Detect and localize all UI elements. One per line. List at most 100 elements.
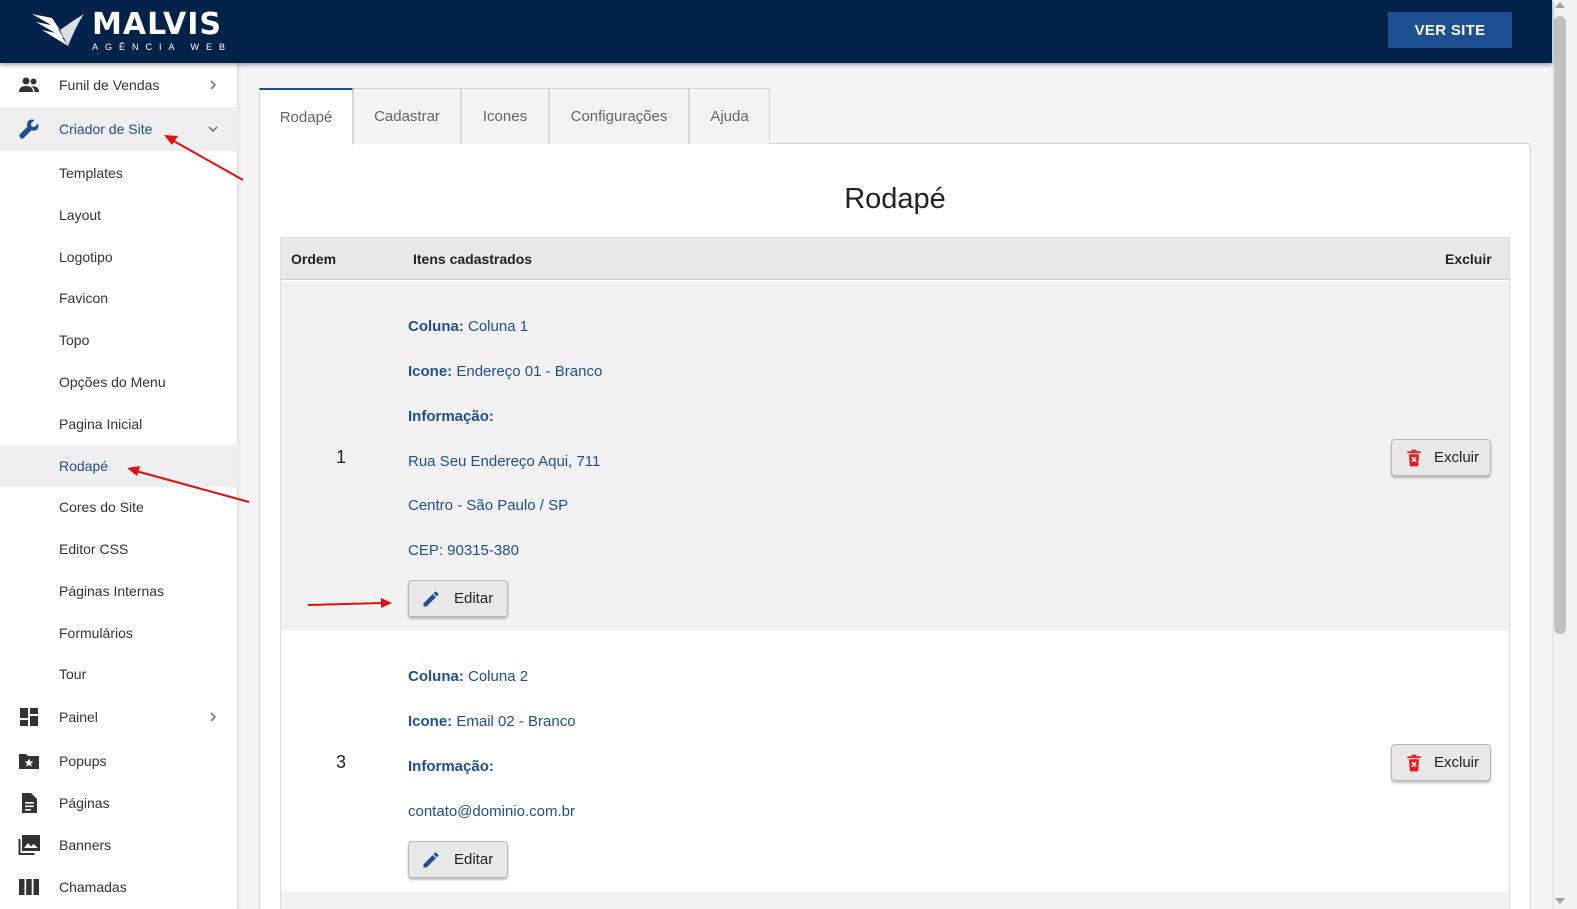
sidebar-item-funil-de-vendas[interactable]: Funil de Vendas	[0, 63, 238, 107]
sidebar-item-label: Criador de Site	[59, 121, 153, 137]
chevron-down-icon	[208, 126, 218, 133]
logo[interactable]: MALVIS AGÊNCIA WEB	[30, 8, 232, 54]
informacao-field: Informação:	[408, 408, 494, 425]
sidebar-subitem-pagina-inicial[interactable]: Pagina Inicial	[0, 403, 238, 445]
people-icon	[17, 73, 41, 97]
pencil-icon	[423, 591, 439, 607]
icone-value: Email 02 - Branco	[456, 713, 576, 730]
document-icon	[17, 791, 41, 815]
sidebar-subitem-favicon[interactable]: Favicon	[0, 277, 238, 319]
sidebar-item-banners[interactable]: Banners	[0, 823, 238, 867]
icone-value: Endereço 01 - Branco	[456, 363, 603, 380]
tab-rodape[interactable]: Rodapé	[259, 88, 353, 145]
row-order: 3	[336, 752, 347, 772]
top-bar: MALVIS AGÊNCIA WEB VER SITE	[0, 0, 1552, 63]
folder-star-icon	[17, 749, 41, 773]
sidebar-subitem-label: Páginas Internas	[59, 583, 165, 599]
informacao-field: Informação:	[408, 758, 494, 775]
scroll-down-arrow-icon[interactable]	[1555, 898, 1565, 904]
logo-text: MALVIS	[92, 6, 223, 42]
sidebar-subitem-formularios[interactable]: Formulários	[0, 612, 238, 654]
dashboard-icon	[17, 705, 41, 729]
sidebar-item-label: Banners	[59, 837, 112, 853]
footer-items-table: Ordem Itens cadastrados Excluir 1 Coluna…	[280, 237, 1510, 909]
coluna-value: Coluna 1	[468, 318, 529, 335]
edit-button-label: Editar	[454, 851, 494, 868]
tab-icones[interactable]: Icones	[461, 88, 549, 144]
sidebar-subitem-layout[interactable]: Layout	[0, 194, 238, 236]
sidebar-subitem-rodape[interactable]: Rodapé	[0, 445, 238, 487]
coluna-field: Coluna: Coluna 1	[408, 318, 528, 335]
sidebar-item-popups[interactable]: Popups	[0, 739, 238, 783]
sidebar-subitem-label: Tour	[59, 666, 87, 682]
sidebar-item-label: Popups	[59, 753, 107, 769]
coluna-value: Coluna 2	[468, 668, 529, 685]
sidebar-subitem-cores-do-site[interactable]: Cores do Site	[0, 486, 238, 528]
table-row	[281, 891, 1509, 909]
tab-configuracoes[interactable]: Configurações	[549, 88, 689, 144]
page-title: Rodapé	[844, 183, 946, 215]
info-line: Centro - São Paulo / SP	[408, 497, 569, 514]
delete-button-label: Excluir	[1434, 754, 1480, 771]
column-header-delete: Excluir	[1445, 251, 1492, 267]
trash-icon	[1407, 754, 1421, 772]
info-line: Rua Seu Endereço Aqui, 711	[408, 453, 601, 470]
sidebar-item-criador-de-site[interactable]: Criador de Site	[0, 107, 238, 151]
info-line: contato@dominio.com.br	[408, 803, 575, 820]
tab-ajuda[interactable]: Ajuda	[689, 88, 770, 144]
sidebar-subitem-paginas-internas[interactable]: Páginas Internas	[0, 570, 238, 612]
edit-button[interactable]: Editar	[408, 841, 508, 878]
icone-label: Icone:	[408, 713, 453, 730]
sidebar-subitem-label: Formulários	[59, 625, 133, 641]
pencil-icon	[423, 852, 439, 868]
sidebar-subitem-label: Logotipo	[59, 249, 113, 265]
chevron-right-icon	[210, 80, 217, 90]
wings-logo-icon	[32, 14, 84, 46]
sidebar-subitem-label: Favicon	[59, 290, 109, 306]
sidebar-subitem-label: Pagina Inicial	[59, 416, 143, 432]
sidebar-subitem-editor-css[interactable]: Editor CSS	[0, 528, 238, 570]
icone-label: Icone:	[408, 363, 453, 380]
delete-button[interactable]: Excluir	[1391, 439, 1491, 476]
icone-field: Icone: Email 02 - Branco	[408, 713, 576, 730]
sidebar-item-label: Funil de Vendas	[59, 77, 160, 93]
trash-icon	[1407, 449, 1421, 467]
coluna-field: Coluna: Coluna 2	[408, 668, 528, 685]
icone-field: Icone: Endereço 01 - Branco	[408, 363, 602, 380]
table-row: 1 Coluna: Coluna 1 Icone: Endereço 01 - …	[281, 281, 1509, 631]
sidebar-subitem-label: Opções do Menu	[59, 374, 166, 390]
table-row: 3 Coluna: Coluna 2 Icone: Email 02 - Bra…	[281, 631, 1509, 891]
sidebar-item-label: Chamadas	[59, 879, 127, 895]
scrollbar-thumb[interactable]	[1554, 16, 1566, 634]
sidebar-item-chamadas[interactable]: Chamadas	[0, 865, 238, 909]
sidebar-subitem-topo[interactable]: Topo	[0, 319, 238, 361]
sidebar: Funil de Vendas Criador de Site Template…	[0, 63, 238, 909]
sidebar-subitem-tour[interactable]: Tour	[0, 653, 238, 695]
coluna-label: Coluna:	[408, 318, 464, 335]
sidebar-item-paginas[interactable]: Páginas	[0, 781, 238, 825]
delete-button-label: Excluir	[1434, 449, 1480, 466]
sidebar-subitem-label: Templates	[59, 165, 123, 181]
sidebar-subitem-templates[interactable]: Templates	[0, 152, 238, 194]
column-header-items: Itens cadastrados	[413, 251, 533, 267]
informacao-label: Informação:	[408, 758, 494, 775]
sidebar-subitem-opcoes-do-menu[interactable]: Opções do Menu	[0, 361, 238, 403]
logo-subtitle: AGÊNCIA WEB	[92, 41, 233, 52]
sidebar-subitem-label: Editor CSS	[59, 541, 129, 557]
ver-site-button[interactable]: VER SITE	[1388, 12, 1512, 48]
sidebar-item-label: Painel	[59, 709, 98, 725]
table-header: Ordem Itens cadastrados Excluir	[281, 238, 1509, 280]
sidebar-subitem-label: Topo	[59, 332, 90, 348]
row-order: 1	[336, 447, 347, 467]
delete-button[interactable]: Excluir	[1391, 744, 1491, 781]
columns-icon	[17, 875, 41, 899]
sidebar-subitem-logotipo[interactable]: Logotipo	[0, 236, 238, 278]
scroll-up-arrow-icon[interactable]	[1555, 2, 1565, 8]
edit-button[interactable]: Editar	[408, 580, 508, 617]
sidebar-item-painel[interactable]: Painel	[0, 695, 238, 739]
tab-cadastrar[interactable]: Cadastrar	[353, 88, 461, 144]
info-line: CEP: 90315-380	[408, 542, 519, 559]
wrench-icon	[17, 117, 41, 141]
sidebar-subitem-label: Cores do Site	[59, 499, 144, 515]
chevron-right-icon	[210, 712, 217, 722]
